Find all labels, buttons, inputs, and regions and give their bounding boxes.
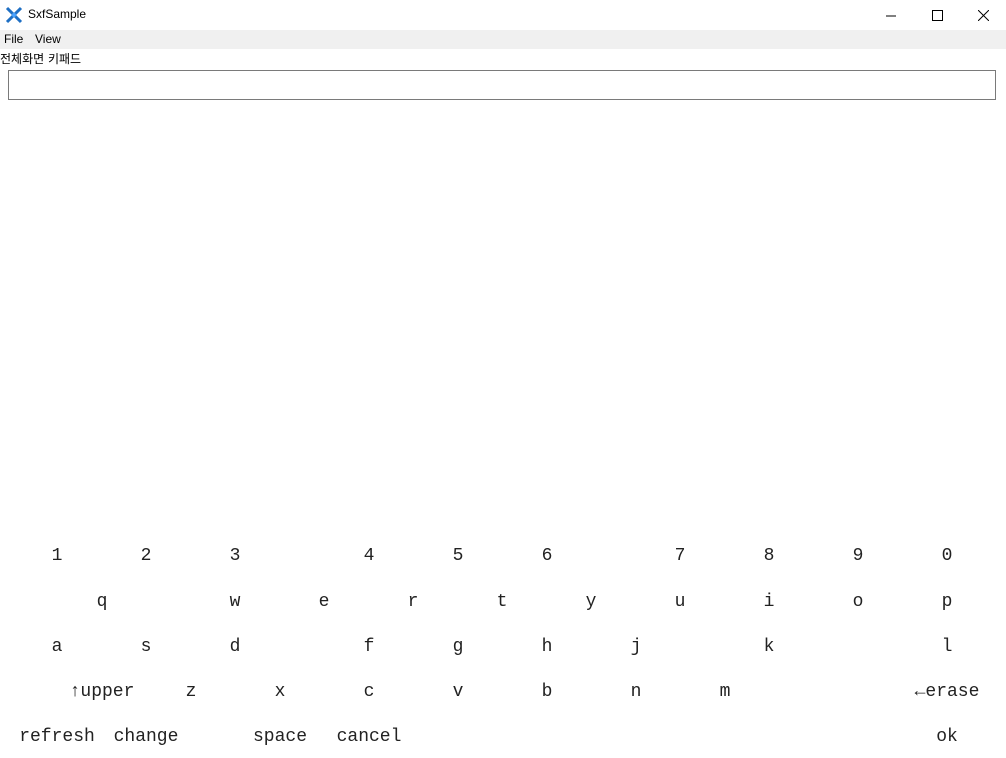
key-a[interactable]: a [52,637,63,657]
menu-view[interactable]: View [35,32,61,46]
close-button[interactable] [960,0,1006,30]
key-h[interactable]: h [542,637,553,657]
key-erase[interactable]: ←erase [915,682,980,702]
key-p[interactable]: p [942,592,953,612]
keypad-label: 전체화면 키패드 [0,52,82,66]
title-bar: SxfSample [0,0,1006,30]
key-9[interactable]: 9 [853,546,864,566]
key-j[interactable]: j [631,637,642,657]
key-f[interactable]: f [364,637,375,657]
key-g[interactable]: g [453,637,464,657]
key-8[interactable]: 8 [764,546,775,566]
minimize-button[interactable] [868,0,914,30]
key-k[interactable]: k [764,637,775,657]
key-s[interactable]: s [141,637,152,657]
key-space[interactable]: space [253,727,307,747]
key-5[interactable]: 5 [453,546,464,566]
app-logo-icon [5,6,23,24]
key-r[interactable]: r [408,592,419,612]
key-q[interactable]: q [97,592,108,612]
key-w[interactable]: w [230,592,241,612]
key-shift-upper[interactable]: ↑upper [70,682,135,702]
key-t[interactable]: t [497,592,508,612]
key-6[interactable]: 6 [542,546,553,566]
window-title: SxfSample [28,7,87,21]
key-3[interactable]: 3 [230,546,241,566]
key-y[interactable]: y [586,592,597,612]
key-4[interactable]: 4 [364,546,375,566]
key-l[interactable]: l [942,637,953,657]
key-change[interactable]: change [114,727,179,747]
key-v[interactable]: v [453,682,464,702]
key-cancel[interactable]: cancel [337,727,402,747]
key-u[interactable]: u [675,592,686,612]
key-b[interactable]: b [542,682,553,702]
key-x[interactable]: x [275,682,286,702]
key-1[interactable]: 1 [52,546,63,566]
key-z[interactable]: z [186,682,197,702]
key-n[interactable]: n [631,682,642,702]
menu-file[interactable]: File [4,32,23,46]
key-o[interactable]: o [853,592,864,612]
key-e[interactable]: e [319,592,330,612]
key-refresh[interactable]: refresh [19,727,95,747]
maximize-icon [931,6,943,25]
maximize-button[interactable] [914,0,960,30]
menu-bar: File View [0,30,1006,49]
key-7[interactable]: 7 [675,546,686,566]
key-d[interactable]: d [230,637,241,657]
key-i[interactable]: i [764,592,775,612]
key-c[interactable]: c [364,682,375,702]
key-ok[interactable]: ok [936,727,958,747]
key-0[interactable]: 0 [942,546,953,566]
minimize-icon [886,6,896,25]
key-2[interactable]: 2 [141,546,152,566]
key-m[interactable]: m [720,682,731,702]
text-input[interactable] [8,70,996,100]
close-icon [977,6,989,25]
